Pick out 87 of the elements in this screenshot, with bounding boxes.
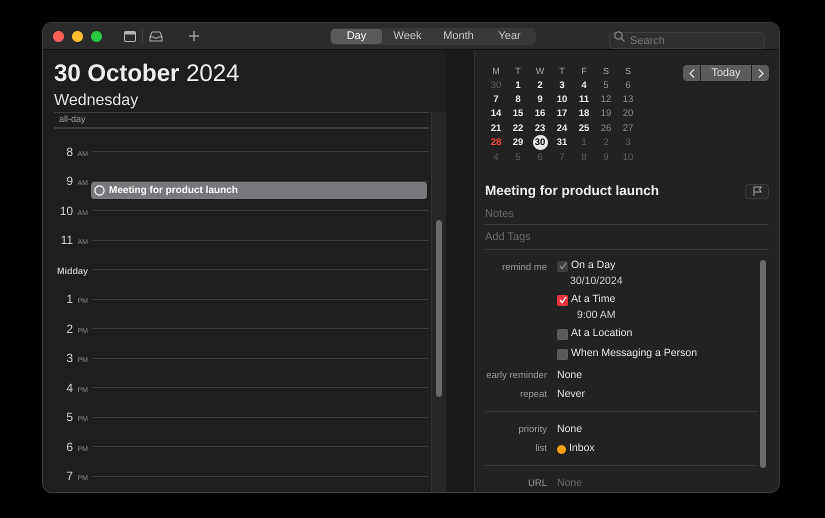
calendar-icon[interactable] xyxy=(124,30,136,42)
calendar-day[interactable]: 7 xyxy=(493,92,499,108)
close-window-icon[interactable] xyxy=(53,30,64,42)
field-value[interactable]: Inbox xyxy=(569,441,595,457)
calendar-day[interactable]: 1 xyxy=(515,78,521,93)
add-icon[interactable] xyxy=(189,31,199,41)
option-label: At a Time xyxy=(571,292,616,308)
calendar-day[interactable]: 12 xyxy=(600,92,612,108)
calendar-day[interactable]: 9 xyxy=(537,92,543,108)
field-label: repeat xyxy=(519,388,547,402)
search-field[interactable]: Search xyxy=(609,32,765,49)
calendar-day[interactable]: 6 xyxy=(625,78,631,93)
checkbox[interactable] xyxy=(557,348,568,360)
weekday-label: W xyxy=(534,65,546,78)
calendar-day[interactable]: 21 xyxy=(490,120,502,136)
calendar-day[interactable]: 24 xyxy=(556,120,568,136)
calendar-day[interactable]: 27 xyxy=(622,120,634,136)
view-tab[interactable]: Year xyxy=(484,28,535,44)
calendar-day[interactable]: 29 xyxy=(512,135,524,150)
chevron-left-icon xyxy=(688,68,694,78)
option-value[interactable]: 9:00 AM xyxy=(577,308,698,322)
calendar-day[interactable]: 16 xyxy=(534,106,546,122)
checkbox[interactable] xyxy=(557,294,568,306)
weekday-heading: Wednesday xyxy=(54,91,140,111)
reminder-title[interactable]: Meeting for product launch xyxy=(485,181,659,202)
date-heading: 30 October 2024 xyxy=(54,60,240,88)
calendar-day[interactable]: 2 xyxy=(537,78,543,93)
calendar-day[interactable]: 19 xyxy=(600,106,612,122)
calendar-day[interactable]: 3 xyxy=(559,78,565,93)
weekday-label: S xyxy=(602,65,610,78)
calendar-day[interactable]: 4 xyxy=(581,78,587,93)
checkbox[interactable] xyxy=(557,328,568,340)
scrollbar-thumb[interactable] xyxy=(436,220,442,397)
weekday-label: S xyxy=(624,65,632,78)
next-button[interactable] xyxy=(752,65,769,81)
calendar-day[interactable]: 11 xyxy=(578,92,590,108)
field-label: priority xyxy=(517,422,547,437)
tags-field[interactable]: Add Tags xyxy=(485,224,769,250)
notes-field[interactable]: Notes xyxy=(485,204,769,225)
option-label: On a Day xyxy=(571,258,616,274)
view-tab[interactable]: Month xyxy=(433,28,484,44)
circle-icon[interactable] xyxy=(94,184,105,196)
option-label: When Messaging a Person xyxy=(571,346,698,362)
flag-button[interactable] xyxy=(745,184,769,199)
today-button[interactable]: Today xyxy=(701,65,751,81)
field-value[interactable]: Never xyxy=(557,387,586,403)
calendar-day[interactable]: 28 xyxy=(490,135,502,150)
calendar-day[interactable]: 25 xyxy=(578,120,590,136)
chevron-right-icon xyxy=(758,68,764,78)
calendar-day[interactable]: 20 xyxy=(622,106,634,122)
url-field[interactable]: None xyxy=(557,476,677,492)
calendar-day[interactable]: 31 xyxy=(556,135,568,150)
weekday-label: M xyxy=(491,65,501,78)
calendar-day[interactable]: 22 xyxy=(512,120,524,136)
calendar-day[interactable]: 17 xyxy=(556,106,568,122)
maximize-window-icon[interactable] xyxy=(91,30,102,42)
calendar-day[interactable]: 26 xyxy=(600,120,612,136)
hour-label: Midday xyxy=(56,264,88,278)
field-value[interactable]: None xyxy=(557,368,582,384)
calendar-day[interactable]: 30 xyxy=(532,135,548,150)
field-value[interactable]: None xyxy=(557,422,582,438)
minimize-window-icon[interactable] xyxy=(72,30,83,42)
calendar-day[interactable]: 10 xyxy=(556,92,568,108)
weekday-label: T xyxy=(514,65,522,78)
calendar-day[interactable]: 13 xyxy=(622,92,634,108)
calendar-day[interactable]: 5 xyxy=(603,78,609,93)
option-label: At a Location xyxy=(571,326,632,342)
calendar-day[interactable]: 18 xyxy=(578,106,590,122)
field-label: remind me xyxy=(501,260,547,275)
calendar-day[interactable]: 14 xyxy=(490,106,502,122)
event-block[interactable]: Meeting for product launch xyxy=(91,182,427,198)
field-label: URL xyxy=(526,476,547,491)
field-label: list xyxy=(534,442,547,456)
calendar-day[interactable]: 15 xyxy=(512,106,524,122)
inbox-icon[interactable] xyxy=(149,30,163,42)
view-tab[interactable]: Week xyxy=(382,28,433,44)
field-label: early reminder xyxy=(485,368,547,383)
calendar-day[interactable]: 23 xyxy=(534,120,546,136)
weekday-label: F xyxy=(580,65,588,78)
flag-icon xyxy=(752,186,762,196)
search-icon xyxy=(614,30,625,42)
scrollbar-thumb[interactable] xyxy=(760,260,766,468)
calendar-day[interactable]: 8 xyxy=(515,92,521,108)
previous-button[interactable] xyxy=(683,65,700,81)
view-tab[interactable]: Day xyxy=(331,28,382,44)
all-day-label: all-day xyxy=(59,113,86,126)
weekday-label: T xyxy=(558,65,566,78)
